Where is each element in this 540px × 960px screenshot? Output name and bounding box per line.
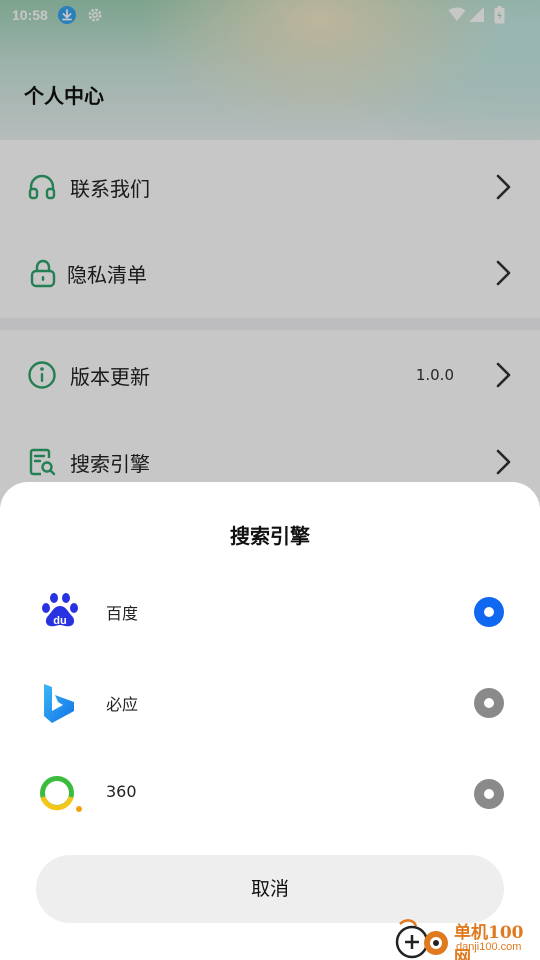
- option-baidu[interactable]: du 百度: [0, 567, 540, 657]
- bing-logo: [37, 680, 83, 726]
- baidu-logo: du: [37, 589, 83, 635]
- svg-text:du: du: [53, 615, 66, 627]
- radio-selected[interactable]: [474, 597, 504, 627]
- option-label: 必应: [106, 695, 139, 714]
- radio-unselected[interactable]: [474, 688, 504, 718]
- cancel-button[interactable]: 取消: [36, 855, 504, 923]
- watermark-title: 单机100网: [454, 923, 524, 960]
- 360-logo: [37, 771, 83, 817]
- search-engine-sheet: 搜索引擎 du 百度 必应 360 取消: [0, 482, 540, 960]
- option-bing[interactable]: 必应: [0, 658, 540, 748]
- option-360[interactable]: 360: [0, 749, 540, 839]
- sheet-title: 搜索引擎: [230, 524, 310, 548]
- watermark: 单机100网 danji100.com: [390, 916, 540, 960]
- watermark-logo: [392, 918, 450, 960]
- option-label: 百度: [106, 604, 139, 623]
- option-label: 360: [106, 782, 137, 801]
- radio-unselected[interactable]: [474, 779, 504, 809]
- watermark-subtitle: danji100.com: [456, 941, 522, 953]
